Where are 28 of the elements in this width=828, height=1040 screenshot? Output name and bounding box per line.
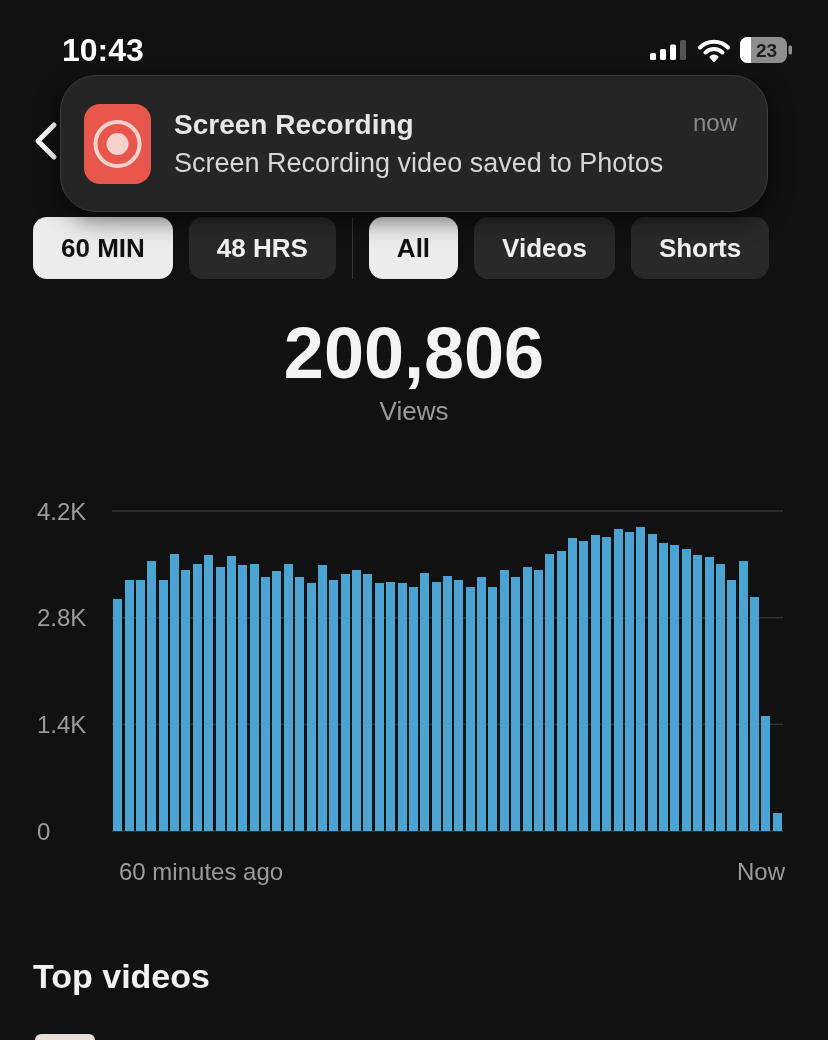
x-axis-label: Now — [737, 857, 785, 885]
filter-chip[interactable]: 60 MIN — [33, 217, 173, 279]
filter-chip[interactable]: Videos — [474, 217, 615, 279]
notification-time: now — [692, 108, 737, 138]
back-button[interactable] — [33, 121, 59, 161]
signal-icon — [650, 40, 688, 60]
battery-percentage: 23 — [755, 40, 778, 60]
notification-message: Screen Recording video saved to Photos — [174, 146, 665, 180]
y-axis-label: 0 — [37, 817, 51, 845]
notification-app-name: Screen Recording — [174, 107, 415, 142]
y-axis-label: 4.2K — [37, 497, 87, 525]
wifi-icon — [698, 38, 730, 62]
record-icon — [84, 103, 151, 184]
chart-bar — [773, 813, 782, 831]
views-count: 200,806 — [283, 319, 545, 387]
battery-icon — [740, 37, 792, 63]
notification-banner[interactable]: Screen Recording Screen Recording video saved to Photos now — [60, 75, 768, 212]
filter-chip[interactable]: All — [368, 217, 459, 279]
x-axis-label: 60 minutes ago — [119, 857, 284, 885]
video-thumbnail — [35, 1034, 95, 1040]
status-time: 10:43 — [62, 34, 144, 66]
filter-chip[interactable]: 48 HRS — [188, 217, 336, 279]
y-axis-label: 2.8K — [37, 604, 87, 632]
back-icon — [33, 121, 59, 161]
y-axis-label: 1.4K — [37, 710, 87, 738]
section-title: Top videos — [33, 956, 210, 996]
filter-chip[interactable]: Shorts — [630, 217, 770, 279]
views-label: Views — [379, 396, 449, 426]
